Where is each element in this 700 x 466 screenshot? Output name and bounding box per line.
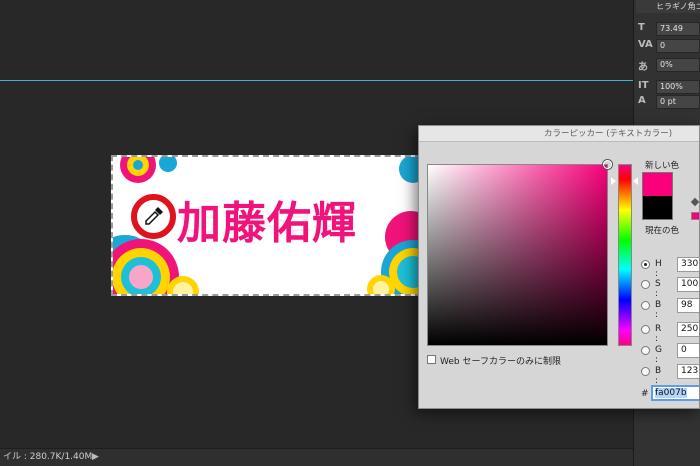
hue-slider-right-arrow-icon[interactable] bbox=[633, 177, 638, 185]
web-safe-label: Web セーフカラーのみに制限 bbox=[440, 357, 561, 367]
guide-line bbox=[0, 80, 633, 81]
baseline-shift-row[interactable]: A 0 pt bbox=[638, 95, 700, 109]
eyedropper-icon bbox=[145, 207, 163, 225]
hue-label: H : bbox=[655, 259, 662, 279]
brightness-field[interactable]: 98 bbox=[677, 298, 699, 313]
saturation-field[interactable]: 100 bbox=[677, 277, 699, 292]
color-picker-dialog[interactable]: カラーピッカー (テキストカラー) 新しい色 現在の色 H : 330 S : … bbox=[418, 125, 700, 409]
status-menu-arrow-icon[interactable]: ▶ bbox=[92, 449, 99, 466]
vertical-scale-icon: IT bbox=[638, 80, 649, 91]
kerning-field[interactable]: 0 bbox=[656, 39, 700, 53]
green-radio[interactable] bbox=[641, 346, 650, 355]
banner-title-reflection: 加藤佑輝 bbox=[177, 211, 357, 237]
saturation-brightness-field[interactable] bbox=[427, 164, 608, 346]
green-label: G : bbox=[655, 345, 662, 365]
brightness-radio[interactable] bbox=[641, 301, 650, 310]
hue-slider-left-arrow-icon[interactable] bbox=[611, 177, 616, 185]
web-safe-checkbox[interactable] bbox=[427, 355, 436, 364]
hue-radio[interactable] bbox=[641, 260, 650, 269]
red-label: R : bbox=[655, 324, 662, 344]
current-color-swatch[interactable] bbox=[642, 196, 673, 220]
gamut-corrected-swatch[interactable] bbox=[691, 212, 699, 220]
hex-input[interactable]: fa007b bbox=[651, 385, 699, 401]
tsume-field[interactable]: 0% bbox=[656, 58, 700, 72]
hue-slider[interactable] bbox=[618, 164, 632, 346]
tsume-row[interactable]: あ 0% bbox=[638, 58, 700, 73]
new-color-swatch bbox=[642, 172, 673, 196]
saturation-label: S : bbox=[655, 279, 661, 299]
brightness-label: B : bbox=[655, 300, 662, 320]
document-size-text: イル : 280.7K/1.40M bbox=[3, 452, 93, 462]
hex-value: fa007b bbox=[655, 388, 687, 398]
font-size-field[interactable]: 73.49 bbox=[656, 22, 700, 36]
saturation-radio[interactable] bbox=[641, 280, 650, 289]
baseline-shift-icon: A bbox=[638, 95, 646, 106]
baseline-shift-field[interactable]: 0 pt bbox=[656, 95, 700, 109]
red-field[interactable]: 250 bbox=[677, 322, 699, 337]
font-size-icon: T bbox=[638, 22, 645, 33]
kerning-row[interactable]: VA 0 bbox=[638, 39, 700, 53]
blue-field[interactable]: 123 bbox=[677, 364, 699, 379]
hex-symbol: # bbox=[641, 389, 649, 399]
red-radio[interactable] bbox=[641, 325, 650, 334]
font-size-row[interactable]: T 73.49 bbox=[638, 22, 700, 36]
blue-radio[interactable] bbox=[641, 367, 650, 376]
color-field-cursor[interactable] bbox=[603, 160, 612, 169]
hue-field[interactable]: 330 bbox=[677, 257, 699, 272]
font-family-field[interactable]: ヒラギノ角ゴ bbox=[636, 0, 700, 13]
kerning-icon: VA bbox=[638, 39, 653, 50]
vertical-scale-field[interactable]: 100% bbox=[656, 80, 700, 94]
out-of-gamut-warning-icon[interactable] bbox=[690, 197, 699, 207]
new-color-label: 新しい色 bbox=[645, 161, 680, 171]
green-field[interactable]: 0 bbox=[677, 343, 699, 358]
vertical-scale-row[interactable]: IT 100% bbox=[638, 80, 700, 94]
tsume-icon: あ bbox=[638, 62, 648, 73]
status-bar: イル : 280.7K/1.40M ▶ bbox=[0, 448, 633, 466]
blue-label: B : bbox=[655, 366, 662, 386]
current-color-label: 現在の色 bbox=[645, 226, 680, 236]
dialog-title: カラーピッカー (テキストカラー) bbox=[419, 126, 699, 142]
